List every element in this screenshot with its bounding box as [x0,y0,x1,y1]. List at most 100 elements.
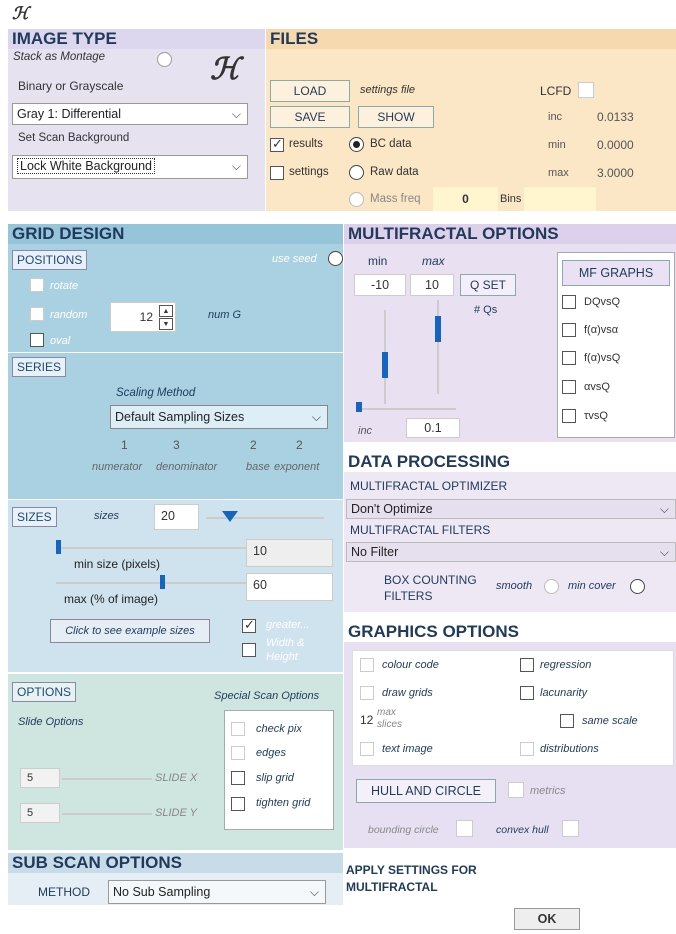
bc-data-radio[interactable] [349,137,364,152]
ok-button[interactable]: OK [514,908,580,930]
settings-checkbox[interactable] [270,166,284,180]
inc-slider-track[interactable] [356,408,456,410]
max-size-input[interactable]: 60 [246,573,333,601]
metrics-checkbox[interactable] [508,782,524,798]
results-checkbox[interactable]: ✓ [270,136,284,152]
lacunarity-checkbox[interactable] [520,686,534,700]
gray-select[interactable]: Gray 1: Differential ⌵ [12,103,248,125]
mass-freq-radio[interactable] [349,192,364,207]
use-seed-radio[interactable] [328,251,343,266]
exponent-label: exponent [274,461,320,473]
stack-montage-radio[interactable] [157,52,172,67]
filter-select[interactable]: No Filter ⌵ [346,542,676,562]
dq-vs-q-checkbox[interactable] [562,295,576,309]
edges-label: edges [256,747,286,759]
draw-grids-checkbox[interactable] [360,686,374,700]
sizes-input[interactable]: 20 [154,504,199,530]
random-checkbox[interactable] [30,307,44,321]
hull-circle-button[interactable]: HULL AND CIRCLE [356,779,496,803]
spinner-down-icon[interactable]: ▼ [159,318,173,330]
mf-max-slider-thumb[interactable] [435,316,441,342]
mf-graphs-button[interactable]: MF GRAPHS [562,260,670,286]
min-value: 0.0000 [597,138,634,152]
files-title: FILES [266,29,676,49]
convex-hull-checkbox[interactable] [562,820,579,837]
background-select-value: Lock White Background [17,158,156,174]
mf-min-slider-thumb[interactable] [382,352,388,378]
colour-code-checkbox[interactable] [360,658,374,672]
min-size-input[interactable]: 10 [246,539,333,567]
slide-x-input[interactable]: 5 [20,768,60,788]
slip-grid-checkbox[interactable] [231,771,245,785]
example-sizes-button[interactable]: Click to see example sizes [50,619,210,643]
qs-label: # Qs [474,304,498,316]
num-g-label: num G [208,309,242,321]
filter-select-value: No Filter [351,545,399,559]
binary-grayscale-label: Binary or Grayscale [18,79,124,93]
bins-label: Bins [500,193,522,205]
sampling-select[interactable]: Default Sampling Sizes ⌵ [110,405,328,429]
tau-vs-q-checkbox[interactable] [562,409,576,423]
inc-input[interactable]: 0.1 [406,418,460,438]
rotate-checkbox[interactable] [30,278,44,292]
method-select-value: No Sub Sampling [113,885,211,899]
same-scale-checkbox[interactable] [560,714,574,728]
regression-checkbox[interactable] [520,658,534,672]
subscan-title: SUB SCAN OPTIONS [8,853,343,873]
mf-min-input[interactable]: -10 [354,274,406,296]
distributions-checkbox[interactable] [520,742,534,756]
tau-vs-q-label: τvsQ [584,410,608,422]
slide-x-track[interactable] [62,778,152,780]
mf-max-slider-track[interactable] [437,300,439,394]
num-spinner[interactable]: 12 ▲ ▼ [110,302,176,332]
positions-button[interactable]: POSITIONS [12,250,88,270]
spinner-up-icon[interactable]: ▲ [159,305,173,317]
mf-max-input[interactable]: 10 [410,274,454,296]
go-title: GRAPHICS OPTIONS [344,622,676,642]
lcfd-checkbox[interactable] [578,82,594,98]
text-image-checkbox[interactable] [360,742,374,756]
app-logo: ℋ [12,4,29,24]
load-button[interactable]: LOAD [270,80,350,102]
sizes-button[interactable]: SIZES [12,507,57,527]
save-button[interactable]: SAVE [270,106,350,128]
chevron-down-icon: ⌵ [659,545,669,559]
min-size-slider-thumb[interactable] [56,540,61,554]
tighten-grid-checkbox[interactable] [231,797,245,811]
optimizer-select[interactable]: Don't Optimize ⌵ [346,499,676,519]
f-alpha-vs-q-checkbox[interactable] [562,351,576,365]
bins-input[interactable]: 0 [433,187,498,211]
slide-y-input[interactable]: 5 [20,803,60,823]
oval-checkbox[interactable] [30,333,44,347]
denominator-value: 3 [173,438,180,452]
apply-label: APPLY SETTINGS FOR MULTIFRACTAL [346,863,477,894]
inc-slider-thumb[interactable] [356,402,362,412]
qset-button[interactable]: Q SET [460,274,516,296]
min-size-slider-track[interactable] [56,547,246,549]
check-pix-label: check pix [256,723,302,735]
series-button[interactable]: SERIES [12,357,67,377]
sizes-slider-thumb[interactable] [222,511,238,522]
slide-y-track[interactable] [62,813,152,815]
max-size-slider-thumb[interactable] [160,575,165,589]
width-height-label: Width & Height [266,637,305,663]
min-label: min [548,139,566,151]
min-cover-radio[interactable] [630,579,645,594]
options-button[interactable]: OPTIONS [12,682,77,702]
greater-checkbox[interactable]: ✓ [242,617,256,633]
method-select[interactable]: No Sub Sampling ⌵ [108,880,326,904]
max-size-slider-track[interactable] [56,582,246,584]
raw-data-radio[interactable] [349,165,364,180]
edges-checkbox[interactable] [231,746,245,760]
max-label: max [548,167,569,179]
smooth-radio[interactable] [544,579,559,594]
lacunarity-label: lacunarity [540,687,588,699]
width-height-checkbox[interactable] [242,643,256,657]
show-button[interactable]: SHOW [358,106,434,128]
bounding-circle-checkbox[interactable] [456,820,473,837]
background-select[interactable]: Lock White Background ⌵ [12,155,248,179]
alpha-vs-q-checkbox[interactable] [562,380,576,394]
f-alpha-vs-alpha-checkbox[interactable] [562,323,576,337]
filters-label: MULTIFRACTAL FILTERS [350,523,491,537]
check-pix-checkbox[interactable] [231,722,245,736]
